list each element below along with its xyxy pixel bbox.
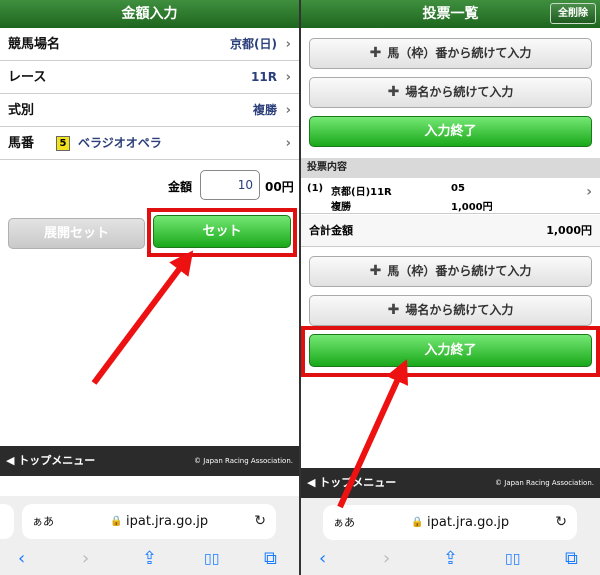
back-icon[interactable]: ‹ [18, 544, 25, 574]
section-title: 投票内容 [301, 158, 600, 178]
ticket-horse-number: 05 [451, 183, 465, 194]
chevron-right-icon: › [285, 37, 291, 52]
top-menu-link[interactable]: ◀ トップメニュー [307, 468, 396, 498]
continue-by-venue-button[interactable]: ✚ 場名から続けて入力 [309, 77, 592, 108]
row-label: 競馬場名 [8, 37, 61, 52]
reload-icon[interactable]: ↻ [555, 505, 567, 540]
finish-input-button[interactable]: 入力終了 [309, 116, 592, 147]
plus-icon: ✚ [369, 45, 382, 61]
row-horse[interactable]: 馬番 5 ベラジオオペラ › [0, 127, 299, 160]
button-label: 馬（枠）番から続けて入力 [387, 46, 532, 60]
bet-list-screen: 投票一覧 全削除 ✚ 馬（枠）番から続けて入力 ✚ 場名から続けて入力 入力終了 投… [301, 0, 600, 575]
bookmarks-icon[interactable]: ▯▯ [505, 544, 520, 574]
row-value: 11R [251, 70, 277, 84]
tabs-icon[interactable]: ⧉ [264, 544, 277, 574]
row-value: 京都(日) [230, 37, 277, 51]
amount-input[interactable]: 10 [200, 170, 260, 200]
row-race[interactable]: レース 11R › [0, 61, 299, 94]
ticket-venue-race: 京都(日)11R [331, 187, 392, 198]
ticket-row[interactable]: (1) 京都(日)11R 複勝 05 1,000円 › [301, 178, 600, 214]
lock-icon: 🔒 [411, 517, 424, 528]
row-label: 馬番 [8, 136, 35, 151]
address-bar[interactable]: ぁあ 🔒 ipat.jra.go.jp ↻ [323, 505, 577, 540]
footer-bar: ◀ トップメニュー © Japan Racing Association. [0, 446, 299, 476]
button-label: 馬（枠）番から続けて入力 [387, 264, 532, 278]
chevron-right-icon: › [285, 103, 291, 118]
page-title-text: 投票一覧 [422, 6, 479, 22]
browser-chrome: ぁあ 🔒 ipat.jra.go.jp ↻ ‹ › ⇪ ▯▯ ⧉ [0, 496, 299, 575]
chevron-right-icon: › [586, 184, 592, 200]
share-icon[interactable]: ⇪ [443, 544, 458, 574]
text-size-button[interactable]: ぁあ [32, 504, 54, 539]
page-title: 金額入力 [0, 0, 299, 28]
chevron-right-icon: › [285, 70, 291, 85]
set-button[interactable]: セット [153, 215, 291, 248]
copyright-text: © Japan Racing Association. [194, 457, 293, 465]
button-label: 場名から続けて入力 [405, 303, 514, 317]
ticket-index: (1) [307, 183, 324, 194]
row-label: 式別 [8, 103, 35, 118]
top-menu-label: トップメニュー [319, 476, 397, 489]
continue-by-number-button[interactable]: ✚ 馬（枠）番から続けて入力 [309, 256, 592, 287]
continue-by-venue-button[interactable]: ✚ 場名から続けて入力 [309, 295, 592, 326]
url-host: ipat.jra.go.jp [427, 515, 510, 530]
page-title: 投票一覧 全削除 [301, 0, 600, 28]
row-venue[interactable]: 競馬場名 京都(日) › [0, 28, 299, 61]
lock-icon: 🔒 [110, 516, 123, 527]
horse-name: ベラジオオペラ [78, 136, 162, 150]
row-bet-type[interactable]: 式別 複勝 › [0, 94, 299, 127]
total-row: 合計金額 1,000円 [301, 215, 600, 247]
row-value: 複勝 [252, 103, 277, 117]
url-host: ipat.jra.go.jp [126, 514, 209, 529]
total-label: 合計金額 [309, 224, 353, 237]
bracket-number-badge: 5 [56, 136, 70, 151]
amount-entry-screen: 金額入力 競馬場名 京都(日) › レース 11R › 式別 複勝 › 馬番 5… [0, 0, 299, 575]
reload-icon[interactable]: ↻ [254, 504, 266, 539]
copyright-text: © Japan Racing Association. [495, 479, 594, 487]
chevron-right-icon: › [285, 136, 291, 151]
top-menu-link[interactable]: ◀ トップメニュー [6, 446, 95, 476]
share-icon[interactable]: ⇪ [142, 544, 157, 574]
button-label: 場名から続けて入力 [405, 85, 514, 99]
plus-icon: ✚ [369, 263, 382, 279]
continue-by-number-button[interactable]: ✚ 馬（枠）番から続けて入力 [309, 38, 592, 69]
ticket-bet-type: 複勝 [331, 202, 351, 213]
clear-all-button[interactable]: 全削除 [550, 3, 596, 24]
bookmarks-icon[interactable]: ▯▯ [204, 544, 219, 574]
top-menu-label: トップメニュー [18, 454, 96, 467]
deploy-set-button[interactable]: 展開セット [8, 218, 145, 249]
plus-icon: ✚ [387, 302, 400, 318]
total-value: 1,000円 [546, 224, 592, 237]
row-label: レース [8, 70, 47, 85]
footer-bar: ◀ トップメニュー © Japan Racing Association. [301, 468, 600, 498]
back-icon[interactable]: ‹ [319, 544, 326, 574]
plus-icon: ✚ [387, 84, 400, 100]
toolbar: ‹ › ⇪ ▯▯ ⧉ [0, 544, 299, 574]
forward-icon[interactable]: › [383, 544, 390, 574]
amount-area: 金額 10 00円 [0, 166, 299, 206]
browser-chrome: ぁあ 🔒 ipat.jra.go.jp ↻ ‹ › ⇪ ▯▯ ⧉ [301, 498, 600, 575]
finish-input-button[interactable]: 入力終了 [309, 334, 592, 367]
address-bar[interactable]: ぁあ 🔒 ipat.jra.go.jp ↻ [22, 504, 276, 539]
ticket-amount: 1,000円 [451, 202, 493, 213]
text-size-button[interactable]: ぁあ [333, 505, 355, 540]
amount-unit: 00円 [265, 180, 294, 194]
previous-tab-chip[interactable] [0, 504, 14, 539]
forward-icon[interactable]: › [82, 544, 89, 574]
amount-label: 金額 [168, 180, 193, 194]
toolbar: ‹ › ⇪ ▯▯ ⧉ [301, 544, 600, 574]
tabs-icon[interactable]: ⧉ [565, 544, 578, 574]
